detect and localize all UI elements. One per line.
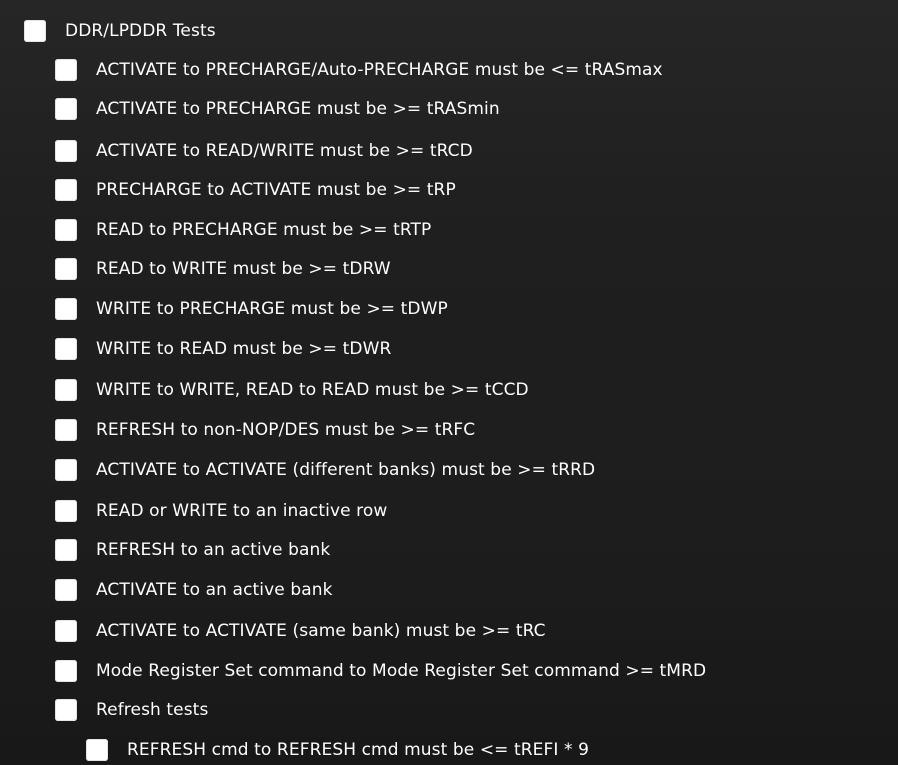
test-checkbox[interactable]: [55, 418, 77, 441]
test-label: WRITE to PRECHARGE must be >= tDWP: [96, 298, 448, 319]
test-item[interactable]: Mode Register Set command to Mode Regist…: [0, 652, 706, 689]
tree-item-ddr-lpddr-tests[interactable]: DDR/LPDDR Tests: [0, 12, 216, 49]
test-tree: DDR/LPDDR Tests ACTIVATE to PRECHARGE/Au…: [0, 0, 898, 765]
test-label: REFRESH to an active bank: [96, 539, 331, 560]
test-checkbox[interactable]: [55, 218, 77, 241]
test-label: ACTIVATE to ACTIVATE (same bank) must be…: [96, 620, 546, 641]
test-label: PRECHARGE to ACTIVATE must be >= tRP: [96, 179, 456, 200]
test-item[interactable]: READ to PRECHARGE must be >= tRTP: [0, 211, 431, 248]
test-label: READ to PRECHARGE must be >= tRTP: [96, 219, 432, 240]
test-item[interactable]: ACTIVATE to ACTIVATE (different banks) m…: [0, 451, 595, 488]
group-label: Refresh tests: [96, 699, 209, 720]
test-label: ACTIVATE to READ/WRITE must be >= tRCD: [96, 140, 473, 161]
test-item[interactable]: ACTIVATE to an active bank: [0, 571, 333, 608]
test-item[interactable]: ACTIVATE to READ/WRITE must be >= tRCD: [0, 132, 473, 169]
test-item[interactable]: ACTIVATE to PRECHARGE must be >= tRASmin: [0, 90, 500, 127]
test-label: READ or WRITE to an inactive row: [96, 500, 388, 521]
test-label: WRITE to WRITE, READ to READ must be >= …: [96, 379, 529, 400]
test-checkbox[interactable]: [55, 458, 77, 481]
test-item[interactable]: REFRESH to an active bank: [0, 531, 330, 568]
test-item[interactable]: WRITE to PRECHARGE must be >= tDWP: [0, 290, 448, 327]
test-label: ACTIVATE to PRECHARGE must be >= tRASmin: [96, 98, 500, 119]
test-item[interactable]: PRECHARGE to ACTIVATE must be >= tRP: [0, 171, 456, 208]
test-label: READ to WRITE must be >= tDRW: [96, 258, 391, 279]
test-checkbox[interactable]: [55, 619, 77, 642]
test-checkbox[interactable]: [86, 738, 108, 761]
test-checkbox[interactable]: [55, 659, 77, 682]
test-checkbox[interactable]: [55, 58, 77, 81]
tree-item-refresh-tests[interactable]: Refresh tests: [0, 691, 208, 728]
test-item[interactable]: ACTIVATE to PRECHARGE/Auto-PRECHARGE mus…: [0, 51, 663, 88]
root-checkbox[interactable]: [24, 19, 46, 42]
test-checkbox[interactable]: [55, 139, 77, 162]
test-checkbox[interactable]: [55, 257, 77, 280]
test-item[interactable]: WRITE to WRITE, READ to READ must be >= …: [0, 371, 529, 408]
test-label: Mode Register Set command to Mode Regist…: [96, 660, 707, 681]
test-label: WRITE to READ must be >= tDWR: [96, 338, 392, 359]
test-checkbox[interactable]: [55, 538, 77, 561]
test-item[interactable]: REFRESH cmd to REFRESH cmd must be <= tR…: [0, 731, 589, 765]
test-item[interactable]: WRITE to READ must be >= tDWR: [0, 330, 391, 367]
test-label: ACTIVATE to an active bank: [96, 579, 333, 600]
test-label: ACTIVATE to ACTIVATE (different banks) m…: [96, 459, 596, 480]
test-item[interactable]: READ or WRITE to an inactive row: [0, 492, 387, 529]
test-checkbox[interactable]: [55, 378, 77, 401]
tree-item-label: DDR/LPDDR Tests: [65, 20, 216, 41]
test-checkbox[interactable]: [55, 178, 77, 201]
test-checkbox[interactable]: [55, 297, 77, 320]
group-checkbox[interactable]: [55, 698, 77, 721]
test-item[interactable]: REFRESH to non-NOP/DES must be >= tRFC: [0, 411, 475, 448]
test-item[interactable]: READ to WRITE must be >= tDRW: [0, 250, 391, 287]
test-item[interactable]: ACTIVATE to ACTIVATE (same bank) must be…: [0, 612, 546, 649]
test-label: ACTIVATE to PRECHARGE/Auto-PRECHARGE mus…: [96, 59, 663, 80]
test-checkbox[interactable]: [55, 337, 77, 360]
test-label: REFRESH to non-NOP/DES must be >= tRFC: [96, 419, 476, 440]
test-label: REFRESH cmd to REFRESH cmd must be <= tR…: [127, 739, 590, 760]
test-checkbox[interactable]: [55, 578, 77, 601]
test-checkbox[interactable]: [55, 97, 77, 120]
test-checkbox[interactable]: [55, 499, 77, 522]
